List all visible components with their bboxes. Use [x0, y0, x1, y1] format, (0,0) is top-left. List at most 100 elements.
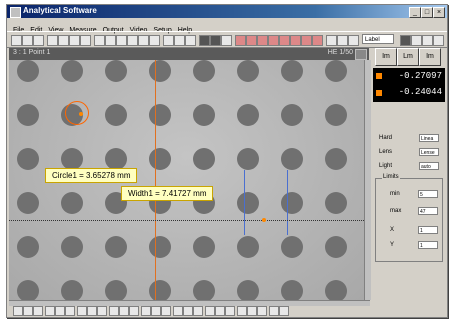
red-tool-5-button[interactable]	[279, 35, 290, 46]
bottom-tool-9-button[interactable]	[97, 306, 107, 316]
export-button[interactable]	[348, 35, 359, 46]
tool-a-button[interactable]	[411, 35, 422, 46]
field-hard[interactable]: Linea	[419, 134, 439, 142]
bottom-tool-13-button[interactable]	[141, 306, 151, 316]
close-button[interactable]: ×	[433, 7, 445, 18]
bottom-tool-4-button[interactable]	[45, 306, 55, 316]
bottom-tool-24-button[interactable]	[257, 306, 267, 316]
circle-measure-label[interactable]: Circle1 = 3.65278 mm	[45, 168, 138, 183]
bottom-tool-17-button[interactable]	[183, 306, 193, 316]
circle-measure-outline[interactable]	[65, 101, 89, 125]
bottom-tool-25-button[interactable]	[269, 306, 279, 316]
sample-dot	[237, 60, 259, 82]
sample-dot	[105, 280, 127, 300]
circle-tool-button[interactable]	[116, 35, 127, 46]
sample-dot	[105, 236, 127, 258]
bottom-tool-21-button[interactable]	[225, 306, 235, 316]
x-axis-icon	[376, 73, 382, 79]
bottom-tool-5-button[interactable]	[55, 306, 65, 316]
width-point-marker[interactable]	[262, 218, 266, 222]
bottom-tool-15-button[interactable]	[161, 306, 171, 316]
grid-button[interactable]	[163, 35, 174, 46]
red-tool-8-button[interactable]	[312, 35, 323, 46]
measure-line-2[interactable]	[244, 170, 245, 235]
bottom-tool-2-button[interactable]	[23, 306, 33, 316]
settings-button[interactable]	[400, 35, 411, 46]
red-tool-2-button[interactable]	[246, 35, 257, 46]
arc-tool-button[interactable]	[127, 35, 138, 46]
new-button[interactable]	[11, 35, 22, 46]
sub-field-max[interactable]: 47	[418, 207, 438, 215]
sub-field-min[interactable]: 5	[418, 190, 438, 198]
measure-line-3[interactable]	[287, 170, 288, 235]
sample-dot	[61, 148, 83, 170]
maximize-button[interactable]: □	[421, 7, 433, 18]
sample-dot	[61, 192, 83, 214]
sample-dot	[325, 148, 347, 170]
bottom-tool-12-button[interactable]	[129, 306, 139, 316]
measure-line-1[interactable]	[155, 60, 156, 300]
bottom-tool-20-button[interactable]	[215, 306, 225, 316]
menu-bar: File Edit View Measure Output Video Setup Help	[7, 19, 447, 34]
red-tool-1-button[interactable]	[235, 35, 246, 46]
bottom-tool-23-button[interactable]	[247, 306, 257, 316]
sample-dot	[17, 148, 39, 170]
bottom-tool-22-button[interactable]	[237, 306, 247, 316]
bottom-tool-18-button[interactable]	[193, 306, 203, 316]
distance-tool-button[interactable]	[149, 35, 160, 46]
capture-button[interactable]	[199, 35, 210, 46]
unit-select[interactable]: Label	[362, 34, 394, 44]
paste-button[interactable]	[69, 35, 80, 46]
bottom-tool-26-button[interactable]	[279, 306, 289, 316]
bottom-tool-6-button[interactable]	[65, 306, 75, 316]
field-light[interactable]: auto	[419, 162, 439, 170]
sample-dot	[325, 280, 347, 300]
circle-center-marker[interactable]	[79, 112, 83, 116]
red-tool-4-button[interactable]	[268, 35, 279, 46]
bottom-tool-16-button[interactable]	[173, 306, 183, 316]
bottom-tool-7-button[interactable]	[77, 306, 87, 316]
bottom-tool-14-button[interactable]	[151, 306, 161, 316]
report-button[interactable]	[337, 35, 348, 46]
field-lens[interactable]: Lense	[419, 148, 439, 156]
save-button[interactable]	[33, 35, 44, 46]
sub-field-x[interactable]: 1	[418, 226, 438, 234]
x-coordinate: -0.27097	[398, 71, 442, 81]
cut-button[interactable]	[47, 35, 58, 46]
copy-button[interactable]	[58, 35, 69, 46]
red-tool-7-button[interactable]	[301, 35, 312, 46]
bottom-tool-3-button[interactable]	[33, 306, 43, 316]
sample-dot	[61, 236, 83, 258]
minimize-button[interactable]: _	[409, 7, 421, 18]
width-measure-label[interactable]: Width1 = 7.41727 mm	[121, 186, 214, 201]
line-tool-button[interactable]	[105, 35, 116, 46]
application-window: Analytical Software _ □ × File Edit View Me…	[6, 4, 448, 318]
image-view[interactable]: Circle1 = 3.65278 mm Width1 = 7.41727 mm	[9, 60, 364, 300]
red-tool-3-button[interactable]	[257, 35, 268, 46]
point-tool-button[interactable]	[94, 35, 105, 46]
panel-tab-1[interactable]: Im	[375, 48, 397, 66]
sample-dot	[17, 192, 39, 214]
crosshair-button[interactable]	[174, 35, 185, 46]
bottom-tool-1-button[interactable]	[13, 306, 23, 316]
freeze-button[interactable]	[221, 35, 232, 46]
view-close-icon[interactable]	[355, 49, 367, 60]
bottom-tool-8-button[interactable]	[87, 306, 97, 316]
tool-b-button[interactable]	[422, 35, 433, 46]
red-tool-6-button[interactable]	[290, 35, 301, 46]
panel-tab-3[interactable]: Im	[419, 48, 441, 66]
tool-c-button[interactable]	[433, 35, 444, 46]
sub-field-y[interactable]: 1	[418, 241, 438, 249]
panel-tab-2[interactable]: Lm	[397, 48, 419, 66]
zoom-button[interactable]	[185, 35, 196, 46]
live-video-button[interactable]	[210, 35, 221, 46]
view-title: 3 : 1 Point 1	[13, 49, 51, 56]
bottom-tool-10-button[interactable]	[109, 306, 119, 316]
open-button[interactable]	[22, 35, 33, 46]
bottom-tool-19-button[interactable]	[205, 306, 215, 316]
vertical-scrollbar[interactable]	[364, 60, 371, 300]
bottom-tool-11-button[interactable]	[119, 306, 129, 316]
print-button[interactable]	[326, 35, 337, 46]
angle-tool-button[interactable]	[138, 35, 149, 46]
text-tool-button[interactable]	[80, 35, 91, 46]
